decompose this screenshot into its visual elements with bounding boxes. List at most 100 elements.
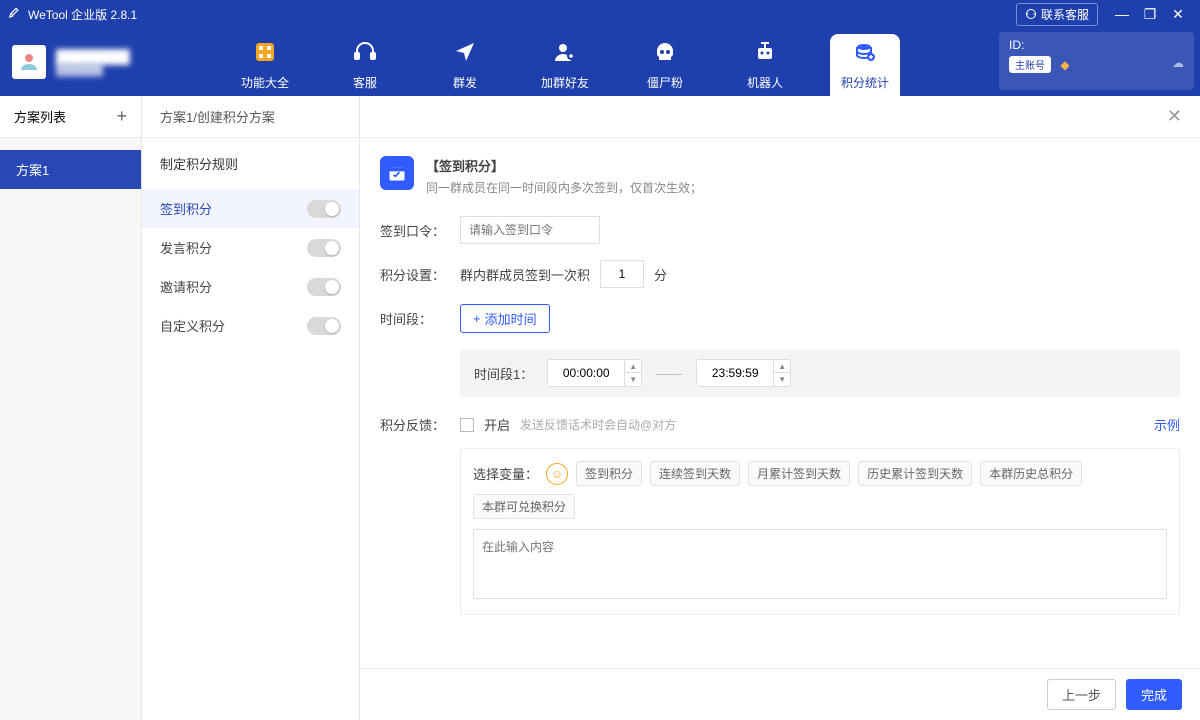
- titlebar: WeTool 企业版 2.8.1 联系客服 — ❐ ✕: [0, 0, 1200, 28]
- grid-icon: [253, 40, 277, 70]
- example-link[interactable]: 示例: [1154, 415, 1180, 434]
- nav-broadcast[interactable]: 群发: [430, 34, 500, 96]
- info-banner: 【签到积分】 同一群成员在同一时间段内多次签到，仅首次生效；: [380, 156, 1180, 196]
- nav-label: 群发: [453, 74, 477, 91]
- add-time-label: 添加时间: [485, 309, 537, 328]
- plus-icon: +: [473, 311, 481, 326]
- nav-label: 客服: [353, 74, 377, 91]
- app-icon: [8, 6, 22, 23]
- rule-label: 邀请积分: [160, 277, 212, 296]
- var-chip[interactable]: 签到积分: [576, 461, 642, 486]
- nav-label: 积分统计: [841, 74, 889, 91]
- id-card: ID: 主账号 ◆ ☁: [999, 32, 1194, 90]
- spin-down[interactable]: ▼: [774, 373, 790, 386]
- nav-service[interactable]: 客服: [330, 34, 400, 96]
- rule-label: 自定义积分: [160, 316, 225, 335]
- rule-detail: 【签到积分】 同一群成员在同一时间段内多次签到，仅首次生效； 签到口令： 积分设…: [360, 138, 1200, 668]
- maximize-button[interactable]: ❐: [1136, 6, 1164, 23]
- info-desc: 同一群成员在同一时间段内多次签到，仅首次生效；: [426, 179, 702, 196]
- var-chip[interactable]: 本群历史总积分: [980, 461, 1082, 486]
- time-end-input[interactable]: [697, 360, 773, 386]
- add-plan-button[interactable]: +: [116, 106, 127, 127]
- stats-icon: [853, 40, 877, 70]
- spin-down[interactable]: ▼: [625, 373, 641, 386]
- var-label: 选择变量：: [473, 464, 538, 483]
- sidebar: 方案列表 + 方案1: [0, 96, 142, 720]
- command-row: 签到口令：: [380, 216, 1180, 244]
- breadcrumb: 方案1/创建积分方案: [142, 96, 359, 138]
- nav-features[interactable]: 功能大全: [230, 34, 300, 96]
- nav-label: 僵尸粉: [647, 74, 683, 91]
- feedback-textarea[interactable]: [473, 529, 1167, 599]
- feedback-checkbox[interactable]: [460, 418, 474, 432]
- cloud-icon: ☁: [1172, 56, 1184, 70]
- variable-box: 选择变量： ☺ 签到积分 连续签到天数 月累计签到天数 历史累计签到天数 本群历…: [460, 448, 1180, 615]
- close-window-button[interactable]: ✕: [1164, 6, 1192, 23]
- main-nav: 功能大全 客服 群发 加群好友 僵尸粉 机器人 积分统计: [180, 28, 999, 96]
- breadcrumb-text: 方案1/创建积分方案: [160, 107, 275, 126]
- toggle-invite[interactable]: [307, 278, 341, 296]
- var-chip[interactable]: 历史累计签到天数: [858, 461, 972, 486]
- sidebar-header: 方案列表 +: [0, 96, 141, 138]
- time-start-spinner[interactable]: ▲▼: [547, 359, 642, 387]
- info-title: 【签到积分】: [426, 156, 702, 175]
- close-panel-button[interactable]: ✕: [1167, 106, 1182, 127]
- feedback-row: 积分反馈： 开启 发送反馈话术时会自动@对方 示例: [380, 415, 1180, 434]
- nav-zombie[interactable]: 僵尸粉: [630, 34, 700, 96]
- nav-label: 功能大全: [241, 74, 289, 91]
- score-label: 积分设置：: [380, 265, 450, 284]
- spin-up[interactable]: ▲: [774, 360, 790, 373]
- sidebar-item-plan1[interactable]: 方案1: [0, 150, 141, 189]
- user-subtitle: ██████: [56, 64, 130, 76]
- command-input[interactable]: [460, 216, 600, 244]
- var-chip[interactable]: 月累计签到天数: [748, 461, 850, 486]
- rule-custom[interactable]: 自定义积分: [142, 306, 359, 345]
- headset-icon: [353, 40, 377, 70]
- toggle-custom[interactable]: [307, 317, 341, 335]
- user-name: ████████: [56, 49, 130, 64]
- period-row: 时间段： + 添加时间: [380, 304, 1180, 333]
- panel-header: ✕: [360, 96, 1200, 138]
- footer: 上一步 完成: [360, 668, 1200, 720]
- user-area: ████████ ██████: [0, 28, 180, 96]
- rule-speak[interactable]: 发言积分: [142, 228, 359, 267]
- feedback-label: 积分反馈：: [380, 415, 450, 434]
- app-title: WeTool 企业版 2.8.1: [28, 6, 1016, 23]
- id-label: ID:: [1009, 38, 1184, 52]
- time-end-spinner[interactable]: ▲▼: [696, 359, 791, 387]
- section-title: 制定积分规则: [142, 138, 359, 183]
- nav-robot[interactable]: 机器人: [730, 34, 800, 96]
- rule-checkin[interactable]: 签到积分: [142, 189, 359, 228]
- toggle-speak[interactable]: [307, 239, 341, 257]
- prev-button[interactable]: 上一步: [1047, 679, 1116, 710]
- nav-add-friends[interactable]: 加群好友: [530, 34, 600, 96]
- score-input[interactable]: [600, 260, 644, 288]
- rule-label: 签到积分: [160, 199, 212, 218]
- score-text-after: 分: [654, 265, 667, 284]
- sidebar-title: 方案列表: [14, 107, 66, 126]
- score-text-before: 群内群成员签到一次积: [460, 265, 590, 284]
- time-slot-1: 时间段1： ▲▼ —— ▲▼: [460, 349, 1180, 397]
- contact-support-button[interactable]: 联系客服: [1016, 3, 1098, 26]
- score-row: 积分设置： 群内群成员签到一次积 分: [380, 260, 1180, 288]
- header: ████████ ██████ 功能大全 客服 群发 加群好友 僵尸粉 机器人: [0, 28, 1200, 96]
- minimize-button[interactable]: —: [1108, 6, 1136, 22]
- rule-label: 发言积分: [160, 238, 212, 257]
- period-label: 时间段：: [380, 309, 450, 328]
- var-chip[interactable]: 本群可兑换积分: [473, 494, 575, 519]
- calendar-icon: [380, 156, 414, 190]
- avatar[interactable]: [12, 45, 46, 79]
- nav-label: 加群好友: [541, 74, 589, 91]
- feedback-enable-label: 开启: [484, 415, 510, 434]
- nav-points[interactable]: 积分统计: [830, 34, 900, 96]
- time-start-input[interactable]: [548, 360, 624, 386]
- var-chip[interactable]: 连续签到天数: [650, 461, 740, 486]
- toggle-checkin[interactable]: [307, 200, 341, 218]
- slot-label: 时间段1：: [474, 364, 533, 383]
- emoji-icon[interactable]: ☺: [546, 463, 568, 485]
- spin-up[interactable]: ▲: [625, 360, 641, 373]
- add-time-button[interactable]: + 添加时间: [460, 304, 550, 333]
- done-button[interactable]: 完成: [1126, 679, 1182, 710]
- rules-panel: 方案1/创建积分方案 制定积分规则 签到积分 发言积分 邀请积分 自定义积分: [142, 96, 360, 720]
- rule-invite[interactable]: 邀请积分: [142, 267, 359, 306]
